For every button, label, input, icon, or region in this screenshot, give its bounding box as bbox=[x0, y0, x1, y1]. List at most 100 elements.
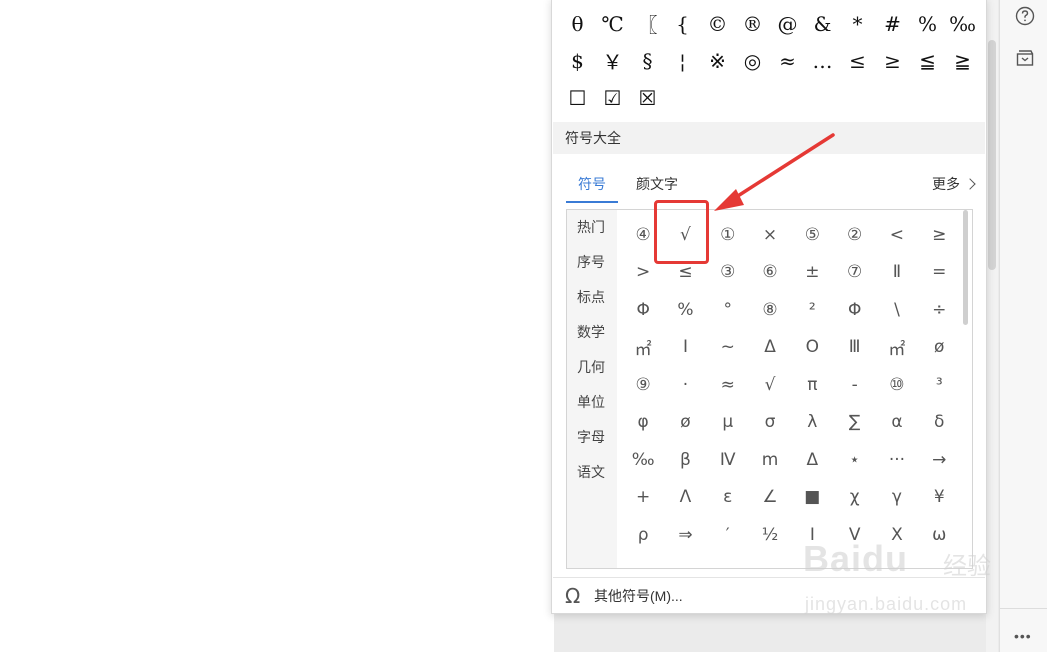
symbol-cell[interactable]: Φ bbox=[833, 293, 875, 327]
category-item[interactable]: 字母 bbox=[577, 427, 605, 447]
recent-symbol[interactable]: % bbox=[910, 9, 945, 39]
recent-symbol[interactable]: $ bbox=[560, 46, 595, 76]
symbol-cell[interactable]: μ bbox=[707, 405, 749, 439]
symbol-cell[interactable]: ③ bbox=[707, 255, 749, 289]
symbol-cell[interactable]: ··· bbox=[876, 443, 918, 477]
symbol-cell[interactable]: < bbox=[876, 218, 918, 252]
symbol-cell[interactable]: Λ bbox=[664, 480, 706, 514]
symbol-cell[interactable]: σ bbox=[749, 405, 791, 439]
recent-symbol[interactable]: © bbox=[700, 9, 735, 39]
recent-symbol[interactable]: § bbox=[630, 46, 665, 76]
category-item[interactable]: 语文 bbox=[577, 462, 605, 482]
symbol-cell[interactable]: ~ bbox=[707, 330, 749, 364]
recent-symbol[interactable]: { bbox=[665, 9, 700, 39]
symbol-cell[interactable]: ∑ bbox=[833, 405, 875, 439]
archive-box-icon[interactable] bbox=[1015, 48, 1035, 68]
recent-symbol[interactable]: ‰ bbox=[945, 9, 980, 39]
symbol-cell[interactable]: - bbox=[833, 368, 875, 402]
tab-emoticons[interactable]: 颜文字 bbox=[636, 171, 678, 201]
help-icon[interactable] bbox=[1015, 6, 1035, 26]
recent-symbol[interactable]: ※ bbox=[700, 46, 735, 76]
recent-symbol[interactable]: … bbox=[805, 46, 840, 76]
recent-symbol[interactable]: ◎ bbox=[735, 46, 770, 76]
symbol-cell[interactable]: ø bbox=[918, 330, 960, 364]
symbol-cell[interactable]: = bbox=[918, 255, 960, 289]
symbol-cell[interactable]: % bbox=[664, 293, 706, 327]
symbol-cell[interactable]: ㎡ bbox=[622, 330, 664, 364]
recent-symbol[interactable]: ≤ bbox=[840, 46, 875, 76]
more-link[interactable]: 更多 bbox=[932, 171, 976, 197]
recent-symbol[interactable]: ☐ bbox=[560, 83, 595, 113]
symbol-cell[interactable]: Δ bbox=[791, 443, 833, 477]
scrollbar-thumb[interactable] bbox=[988, 40, 996, 270]
symbol-cell[interactable]: ρ bbox=[622, 518, 664, 552]
symbol-cell[interactable]: ³ bbox=[918, 368, 960, 402]
symbol-cell[interactable]: ′ bbox=[707, 518, 749, 552]
symbol-cell[interactable]: Ⅳ bbox=[707, 443, 749, 477]
recent-symbol[interactable]: θ bbox=[560, 9, 595, 39]
recent-symbol[interactable]: * bbox=[840, 9, 875, 39]
recent-symbol[interactable]: ® bbox=[735, 9, 770, 39]
symbol-cell[interactable]: ⋆ bbox=[833, 443, 875, 477]
symbol-cell[interactable]: Δ bbox=[749, 330, 791, 364]
symbol-cell[interactable]: ø bbox=[664, 405, 706, 439]
category-item[interactable]: 几何 bbox=[577, 357, 605, 377]
symbol-cell[interactable]: χ bbox=[833, 480, 875, 514]
symbol-cell[interactable]: ÷ bbox=[918, 293, 960, 327]
symbol-cell[interactable]: ∠ bbox=[749, 480, 791, 514]
symbol-cell[interactable]: √ bbox=[749, 368, 791, 402]
symbol-cell[interactable]: Φ bbox=[622, 293, 664, 327]
recent-symbol[interactable]: ￥ bbox=[595, 46, 630, 76]
symbol-cell[interactable]: α bbox=[876, 405, 918, 439]
symbol-cell[interactable]: Ⅰ bbox=[664, 330, 706, 364]
recent-symbol[interactable]: ℃ bbox=[595, 9, 630, 39]
symbol-cell[interactable]: \ bbox=[876, 293, 918, 327]
symbol-cell[interactable]: ½ bbox=[749, 518, 791, 552]
category-item[interactable]: 数学 bbox=[577, 322, 605, 342]
recent-symbol[interactable]: ≧ bbox=[945, 46, 980, 76]
symbol-cell[interactable]: · bbox=[664, 368, 706, 402]
symbol-cell[interactable]: ⑧ bbox=[749, 293, 791, 327]
recent-symbol[interactable]: ☑ bbox=[595, 83, 630, 113]
symbol-cell[interactable]: ⑩ bbox=[876, 368, 918, 402]
category-item[interactable]: 标点 bbox=[577, 287, 605, 307]
symbol-cell[interactable]: Ⅱ bbox=[876, 255, 918, 289]
recent-symbol[interactable]: ≈ bbox=[770, 46, 805, 76]
symbol-cell[interactable]: ⑨ bbox=[622, 368, 664, 402]
symbol-cell[interactable]: ㎡ bbox=[876, 330, 918, 364]
symbol-cell[interactable]: δ bbox=[918, 405, 960, 439]
symbol-cell[interactable]: ² bbox=[791, 293, 833, 327]
symbol-grid-scrollbar[interactable] bbox=[963, 210, 968, 325]
recent-symbol[interactable]: & bbox=[805, 9, 840, 39]
symbol-cell[interactable]: φ bbox=[622, 405, 664, 439]
symbol-cell[interactable]: ⑦ bbox=[833, 255, 875, 289]
symbol-cell[interactable]: Ⅲ bbox=[833, 330, 875, 364]
symbol-cell[interactable]: O bbox=[791, 330, 833, 364]
recent-symbol[interactable]: ☒ bbox=[630, 83, 665, 113]
symbol-cell[interactable]: γ bbox=[876, 480, 918, 514]
symbol-cell[interactable]: ⑥ bbox=[749, 255, 791, 289]
symbol-cell[interactable]: ‰ bbox=[622, 443, 664, 477]
symbol-cell[interactable]: ≥ bbox=[918, 218, 960, 252]
category-item[interactable]: 热门 bbox=[577, 217, 605, 237]
tab-symbols[interactable]: 符号 bbox=[566, 171, 618, 203]
category-item[interactable]: 单位 bbox=[577, 392, 605, 412]
recent-symbol[interactable]: ¦ bbox=[665, 46, 700, 76]
symbol-cell[interactable]: π bbox=[791, 368, 833, 402]
symbol-cell[interactable]: ■ bbox=[791, 480, 833, 514]
recent-symbol[interactable]: # bbox=[875, 9, 910, 39]
symbol-cell[interactable]: ± bbox=[791, 255, 833, 289]
recent-symbol[interactable]: 〖 bbox=[630, 9, 665, 39]
symbol-cell[interactable]: ¥ bbox=[918, 480, 960, 514]
symbol-cell[interactable]: λ bbox=[791, 405, 833, 439]
symbol-cell[interactable]: → bbox=[918, 443, 960, 477]
recent-symbol[interactable]: ≥ bbox=[875, 46, 910, 76]
recent-symbol[interactable]: @ bbox=[770, 9, 805, 39]
symbol-cell[interactable]: β bbox=[664, 443, 706, 477]
symbol-cell[interactable]: ° bbox=[707, 293, 749, 327]
symbol-cell[interactable]: + bbox=[622, 480, 664, 514]
symbol-cell[interactable]: m bbox=[749, 443, 791, 477]
symbol-cell[interactable]: ⇒ bbox=[664, 518, 706, 552]
symbol-cell[interactable]: ε bbox=[707, 480, 749, 514]
category-item[interactable]: 序号 bbox=[577, 252, 605, 272]
